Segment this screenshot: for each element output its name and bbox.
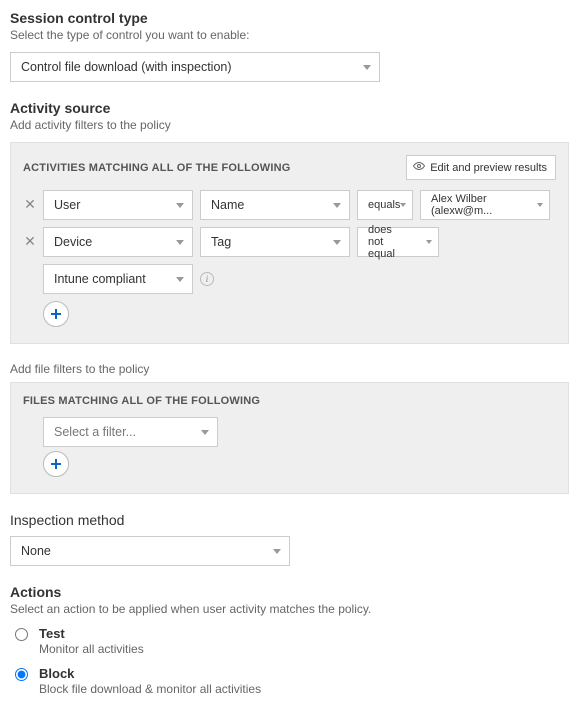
actions-section: Actions Select an action to be applied w… [10, 584, 569, 696]
action-radio-test[interactable] [15, 628, 28, 641]
session-control-subtitle: Select the type of control you want to e… [10, 28, 569, 42]
session-control-title: Session control type [10, 10, 569, 26]
activity-filter-row: ✕ User Name equals Alex Wilber (alexw@m.… [23, 190, 556, 220]
filter-extra-value: Intune compliant [54, 272, 146, 286]
actions-title: Actions [10, 584, 569, 600]
edit-preview-label: Edit and preview results [430, 162, 547, 174]
chevron-down-icon [201, 430, 209, 435]
session-control-select[interactable]: Control file download (with inspection) [10, 52, 380, 82]
chevron-down-icon [176, 240, 184, 245]
file-filters-subtitle: Add file filters to the policy [10, 362, 569, 376]
action-option-test[interactable]: Test Monitor all activities [10, 626, 569, 656]
remove-row-button[interactable]: ✕ [23, 234, 37, 248]
filter-attr-value: Name [211, 198, 244, 212]
session-control-value: Control file download (with inspection) [21, 60, 232, 74]
inspection-select[interactable]: None [10, 536, 290, 566]
files-panel-label: FILES MATCHING ALL OF THE FOLLOWING [23, 395, 556, 407]
filter-field-value: Device [54, 235, 92, 249]
action-desc: Monitor all activities [39, 642, 144, 656]
filter-op-value: does not equal [368, 224, 410, 260]
filter-op-value: equals [368, 199, 400, 211]
activity-filter-row: ✕ Device Tag does not equal [23, 227, 556, 257]
action-label: Block [39, 666, 261, 681]
filter-attr-select[interactable]: Tag [200, 227, 350, 257]
activity-source-subtitle: Add activity filters to the policy [10, 118, 569, 132]
inspection-value: None [21, 544, 51, 558]
chevron-down-icon [176, 277, 184, 282]
chevron-down-icon [273, 549, 281, 554]
chevron-down-icon [426, 240, 432, 244]
inspection-section: Inspection method None [10, 512, 569, 566]
chevron-down-icon [400, 203, 406, 207]
file-filter-placeholder: Select a filter... [54, 425, 136, 439]
filter-op-select[interactable]: does not equal [357, 227, 439, 257]
activity-source-section: Activity source Add activity filters to … [10, 100, 569, 494]
filter-value-select[interactable]: Alex Wilber (alexw@m... [420, 190, 550, 220]
edit-preview-button[interactable]: Edit and preview results [406, 155, 556, 180]
filter-field-value: User [54, 198, 80, 212]
chevron-down-icon [176, 203, 184, 208]
files-panel: FILES MATCHING ALL OF THE FOLLOWING Sele… [10, 382, 569, 494]
activities-panel: ACTIVITIES MATCHING ALL OF THE FOLLOWING… [10, 142, 569, 344]
filter-attr-value: Tag [211, 235, 231, 249]
filter-field-select[interactable]: Device [43, 227, 193, 257]
chevron-down-icon [363, 65, 371, 70]
add-file-filter-button[interactable] [43, 451, 69, 477]
chevron-down-icon [333, 203, 341, 208]
activity-filter-row: Intune compliant i [23, 264, 556, 294]
inspection-title: Inspection method [10, 512, 569, 528]
filter-attr-select[interactable]: Name [200, 190, 350, 220]
chevron-down-icon [537, 203, 543, 207]
filter-value-text: Alex Wilber (alexw@m... [431, 193, 521, 217]
file-filter-select[interactable]: Select a filter... [43, 417, 218, 447]
plus-icon [50, 458, 62, 470]
add-activity-filter-button[interactable] [43, 301, 69, 327]
eye-icon [413, 160, 425, 175]
filter-op-select[interactable]: equals [357, 190, 413, 220]
activities-panel-label: ACTIVITIES MATCHING ALL OF THE FOLLOWING [23, 162, 291, 174]
info-icon: i [200, 272, 214, 286]
session-control-section: Session control type Select the type of … [10, 10, 569, 82]
filter-field-select[interactable]: User [43, 190, 193, 220]
action-label: Test [39, 626, 144, 641]
plus-icon [50, 308, 62, 320]
action-desc: Block file download & monitor all activi… [39, 682, 261, 696]
remove-row-button[interactable]: ✕ [23, 197, 37, 211]
action-option-block[interactable]: Block Block file download & monitor all … [10, 666, 569, 696]
filter-extra-select[interactable]: Intune compliant [43, 264, 193, 294]
actions-subtitle: Select an action to be applied when user… [10, 602, 569, 616]
chevron-down-icon [333, 240, 341, 245]
activity-source-title: Activity source [10, 100, 569, 116]
